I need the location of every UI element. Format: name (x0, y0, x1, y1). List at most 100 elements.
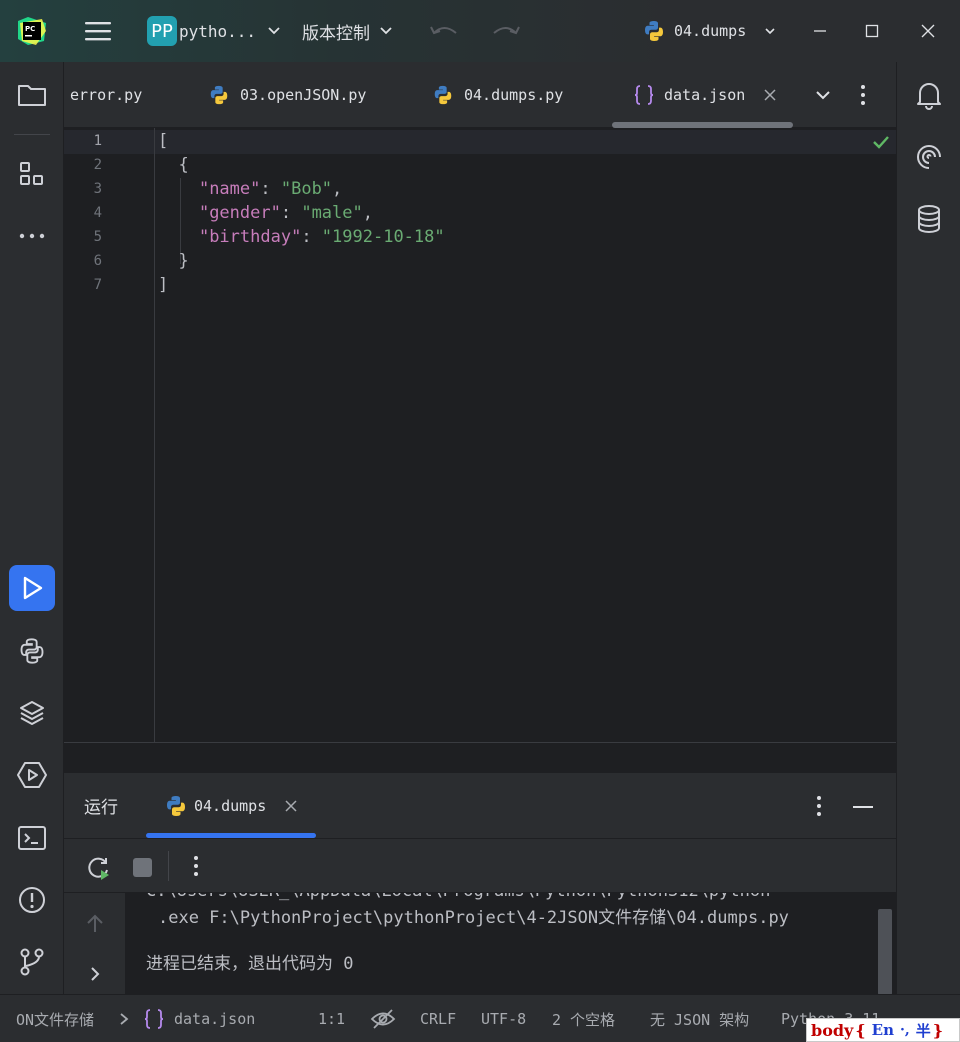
code-line-3: "name": "Bob", (198, 179, 343, 199)
folder-icon (18, 85, 46, 106)
arrow-up-icon[interactable] (86, 913, 104, 933)
chevron-right-icon (120, 1013, 129, 1025)
python-icon (208, 84, 230, 106)
spiral-icon (917, 145, 941, 169)
project-tool-button[interactable] (9, 72, 55, 118)
line-ending[interactable]: CRLF (420, 995, 456, 1042)
tab-label: 04.dumps.py (464, 86, 564, 104)
pycharm-logo-icon: PC (18, 17, 46, 45)
current-line-highlight (64, 130, 896, 154)
json-schema[interactable]: 无 JSON 架构 (650, 995, 749, 1042)
eye-off-icon (370, 1009, 396, 1029)
database-icon (918, 205, 940, 233)
tab-error-py[interactable]: error.py (70, 62, 143, 127)
undo-button[interactable] (428, 0, 460, 62)
database-button[interactable] (906, 196, 952, 242)
services-button[interactable] (9, 752, 55, 798)
json-braces-icon (144, 1009, 164, 1029)
no-problems-check-icon[interactable] (872, 134, 890, 150)
right-tool-strip (896, 62, 960, 994)
minimize-button[interactable] (800, 0, 840, 62)
ai-assistant-button[interactable] (906, 134, 952, 180)
code-editor[interactable]: 1 2 3 4 5 6 7 [ { "name": "Bob", "gender… (64, 128, 896, 742)
ime-punctuation: ·, (899, 1022, 910, 1038)
chevron-down-icon (268, 27, 280, 35)
breadcrumb-file[interactable]: data.json (144, 995, 255, 1042)
play-icon (23, 576, 43, 600)
tab-04-dumps-py[interactable]: 04.dumps.py (432, 62, 564, 127)
code-line-6: } (178, 251, 189, 271)
line-number: 7 (93, 277, 102, 293)
structure-icon (20, 162, 43, 185)
minimize-icon (814, 30, 826, 32)
json-key: "birthday" (198, 227, 302, 247)
tab-03-openjson-py[interactable]: 03.openJSON.py (208, 62, 367, 127)
ime-status-bar[interactable]: body { En ·, 半 } (806, 1018, 960, 1042)
project-badge: PP (147, 16, 177, 46)
more-horizontal-icon (19, 233, 45, 239)
close-tab-icon[interactable] (763, 88, 777, 102)
python-icon (167, 796, 185, 816)
tab-data-json[interactable]: data.json (634, 62, 777, 127)
tab-label: error.py (70, 86, 143, 104)
python-console-icon (20, 638, 44, 664)
alert-circle-icon (19, 887, 45, 913)
json-string: "1992-10-18" (321, 227, 445, 247)
problems-button[interactable] (9, 877, 55, 923)
python-packages-button[interactable] (9, 690, 55, 736)
main-menu-button[interactable] (84, 0, 112, 62)
tab-label: 03.openJSON.py (240, 86, 367, 104)
json-braces-icon (634, 84, 654, 106)
file-encoding[interactable]: UTF-8 (481, 995, 526, 1042)
line-number: 5 (93, 229, 102, 245)
tab-more-button[interactable] (860, 62, 866, 127)
title-bar: PC PP pytho... 版本控制 04.dumps (0, 0, 960, 62)
run-tab-04-dumps[interactable]: 04.dumps (164, 773, 298, 839)
chevron-down-icon (816, 91, 830, 100)
vcs-menu[interactable]: 版本控制 (302, 0, 394, 62)
vcs-label: 版本控制 (302, 23, 370, 44)
console-scrollbar[interactable] (878, 909, 892, 995)
redo-button[interactable] (490, 0, 522, 62)
close-window-button[interactable] (908, 0, 948, 62)
tab-list-dropdown[interactable] (814, 62, 832, 127)
close-tab-icon[interactable] (284, 799, 298, 813)
indent-setting[interactable]: 2 个空格 (552, 995, 615, 1042)
line-number: 1 (93, 133, 102, 149)
notifications-button[interactable] (906, 72, 952, 118)
ime-width: 半 (915, 1021, 931, 1040)
python-icon (432, 84, 454, 106)
hide-panel-icon[interactable] (852, 797, 874, 817)
chevron-down-icon (380, 27, 392, 35)
more-vertical-icon[interactable] (816, 795, 822, 817)
python-console-button[interactable] (9, 628, 55, 674)
ime-language: En (871, 1021, 894, 1039)
code-line-5: "birthday": "1992-10-18" (198, 227, 445, 247)
git-button[interactable] (9, 939, 55, 985)
maximize-button[interactable] (852, 0, 892, 62)
line-number: 4 (93, 205, 102, 221)
breadcrumb-separator (118, 995, 130, 1042)
more-vertical-icon[interactable] (193, 855, 199, 877)
run-tool-button[interactable] (9, 565, 55, 611)
project-switcher[interactable]: PP pytho... (147, 0, 282, 62)
console-output[interactable]: C:\Users\USER_\AppData\Local\Programs\Py… (126, 893, 896, 995)
terminal-button[interactable] (9, 815, 55, 861)
caret-position[interactable]: 1:1 (318, 995, 345, 1042)
left-tool-strip (0, 62, 64, 994)
close-icon (921, 24, 935, 38)
breadcrumb-folder[interactable]: ON文件存储 (16, 995, 94, 1042)
python-icon (645, 21, 663, 41)
rerun-icon[interactable] (86, 855, 112, 881)
structure-tool-button[interactable] (9, 151, 55, 197)
chevron-right-icon[interactable] (88, 965, 102, 983)
stop-icon[interactable] (133, 858, 152, 877)
maximize-icon (865, 24, 879, 38)
more-tools-button[interactable] (9, 213, 55, 259)
readonly-toggle[interactable] (370, 995, 396, 1042)
line-number-gutter: 1 2 3 4 5 6 7 (64, 128, 154, 742)
undo-icon (430, 26, 457, 35)
run-window-title: 运行 (84, 798, 118, 818)
run-config-selector[interactable]: 04.dumps (642, 0, 778, 62)
strip-divider (14, 134, 50, 135)
